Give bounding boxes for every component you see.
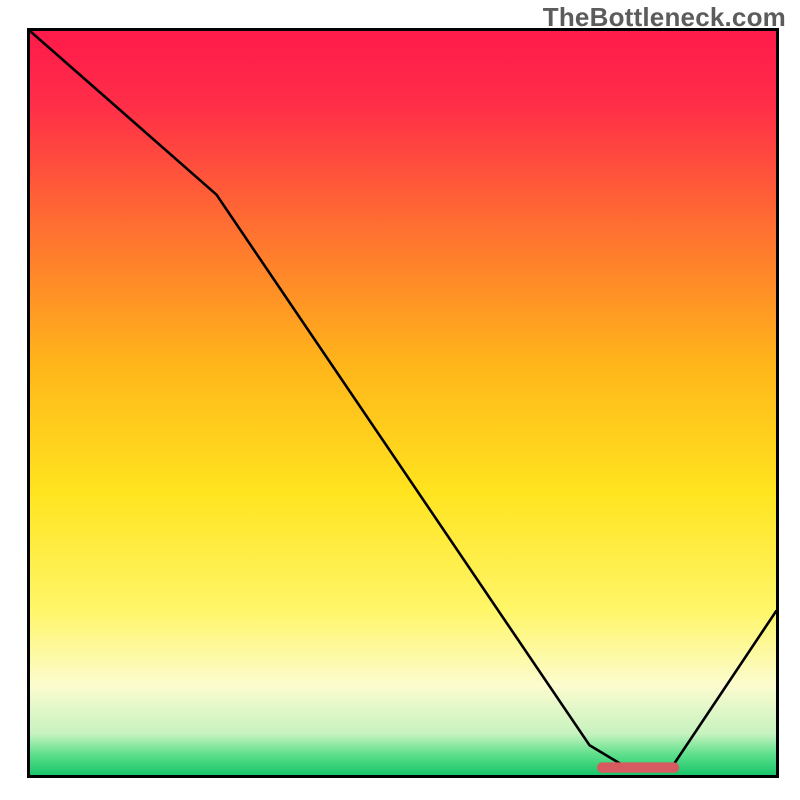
optimal-marker (597, 762, 679, 772)
heat-background (30, 31, 776, 775)
bottleneck-chart (30, 31, 776, 775)
chart-frame: TheBottleneck.com (0, 0, 800, 800)
